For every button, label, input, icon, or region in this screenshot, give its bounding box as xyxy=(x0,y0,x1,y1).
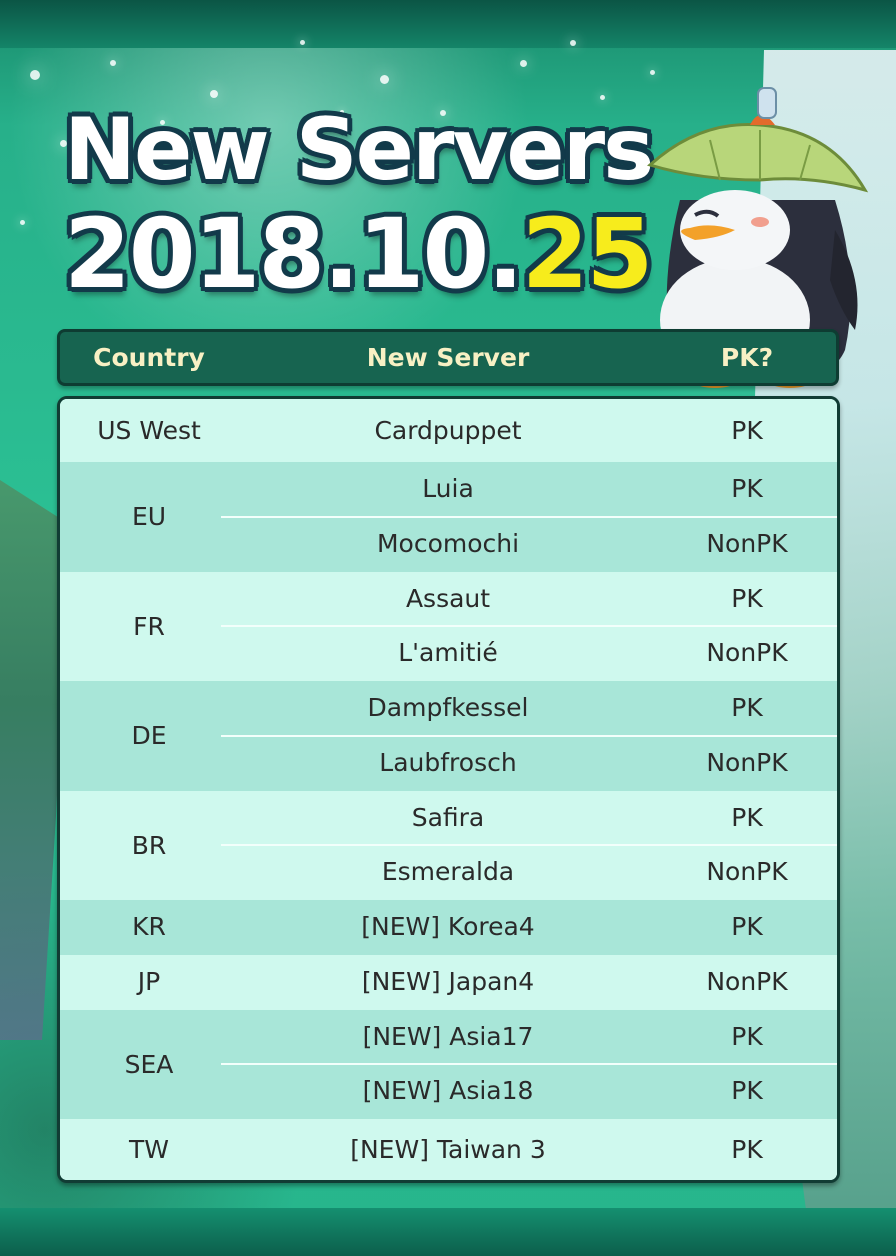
server-name-cell: [NEW] Korea4 xyxy=(361,912,535,941)
country-cell: US West xyxy=(97,416,201,445)
sparkle-dot xyxy=(570,40,576,46)
release-date: 2018.10.25 xyxy=(64,198,654,310)
server-name-cell: Assaut xyxy=(405,583,491,613)
country-cell: SEA xyxy=(124,1049,174,1079)
sparkle-dot xyxy=(380,75,389,84)
pk-cell: NonPK xyxy=(706,857,788,887)
bottom-frame-band xyxy=(0,1208,896,1256)
server-name-cell: [NEW] Asia18 xyxy=(362,1076,534,1106)
server-name-cell: [NEW] Taiwan 3 xyxy=(350,1135,546,1164)
pk-cell: PK xyxy=(731,1135,763,1164)
table-row-group: TW [NEW] Taiwan 3 PK xyxy=(60,1119,837,1180)
sparkle-dot xyxy=(210,90,218,98)
server-name-cell: L'amitié xyxy=(398,638,498,668)
server-name-cell: Mocomochi xyxy=(376,528,520,558)
table-header: Country New Server PK? xyxy=(57,329,839,386)
header-new-server: New Server xyxy=(366,343,530,372)
pk-cell: PK xyxy=(731,802,763,832)
table-row-group: EU Luia PK Mocomochi NonPK xyxy=(60,462,837,572)
release-date-day: 25 xyxy=(521,198,654,310)
server-name-cell: Dampfkessel xyxy=(367,693,529,722)
server-name-cell: Luia xyxy=(422,474,474,503)
country-cell: JP xyxy=(137,966,161,996)
sparkle-dot xyxy=(520,60,527,67)
table-row-group: JP [NEW] Japan4 NonPK xyxy=(60,954,837,1010)
pk-cell: PK xyxy=(731,693,763,722)
table-row-group: DE Dampfkessel PK Laubfrosch NonPK xyxy=(60,681,837,791)
pk-cell: PK xyxy=(731,583,763,613)
pk-cell: NonPK xyxy=(706,528,788,558)
server-name-cell: [NEW] Asia17 xyxy=(362,1021,534,1051)
server-name-cell: [NEW] Japan4 xyxy=(361,966,535,996)
country-cell: FR xyxy=(133,611,165,641)
sparkle-dot xyxy=(30,70,40,80)
pk-cell: PK xyxy=(731,1076,763,1106)
country-cell: EU xyxy=(131,502,167,531)
pk-cell: PK xyxy=(731,1021,763,1051)
table-row-group: SEA [NEW] Asia17 PK [NEW] Asia18 PK xyxy=(60,1009,837,1119)
sparkle-dot xyxy=(20,220,25,225)
release-date-main: 2018.10. xyxy=(64,198,524,310)
header-country: Country xyxy=(93,343,205,372)
sparkle-dot xyxy=(650,70,655,75)
sparkle-dot xyxy=(110,60,116,66)
country-cell: KR xyxy=(132,912,166,941)
server-name-cell: Laubfrosch xyxy=(379,747,517,777)
country-cell: BR xyxy=(131,830,167,860)
server-name-cell: Cardpuppet xyxy=(374,416,522,445)
table-row-group: KR [NEW] Korea4 PK xyxy=(60,900,837,955)
pk-cell: PK xyxy=(731,474,763,503)
page-title: New Servers xyxy=(64,100,654,200)
sparkle-dot xyxy=(300,40,305,45)
pk-cell: PK xyxy=(731,912,763,941)
table-row-group: FR Assaut PK L'amitié NonPK xyxy=(60,571,837,681)
country-cell: TW xyxy=(129,1135,169,1164)
server-table: US West Cardpuppet PK EU Luia PK Mocomochi NonP… xyxy=(57,396,840,1183)
top-frame-band xyxy=(0,0,896,48)
server-name-cell: Esmeralda xyxy=(381,857,515,887)
pk-cell: PK xyxy=(731,416,763,445)
table-row-group: BR Safira PK Esmeralda NonPK xyxy=(60,790,837,900)
table-row-group: US West Cardpuppet PK xyxy=(60,399,837,462)
header-pk: PK? xyxy=(720,343,774,372)
pk-cell: NonPK xyxy=(706,638,788,668)
pk-cell: NonPK xyxy=(706,966,788,996)
country-cell: DE xyxy=(131,721,167,750)
pk-cell: NonPK xyxy=(706,747,788,777)
server-name-cell: Safira xyxy=(411,802,485,832)
